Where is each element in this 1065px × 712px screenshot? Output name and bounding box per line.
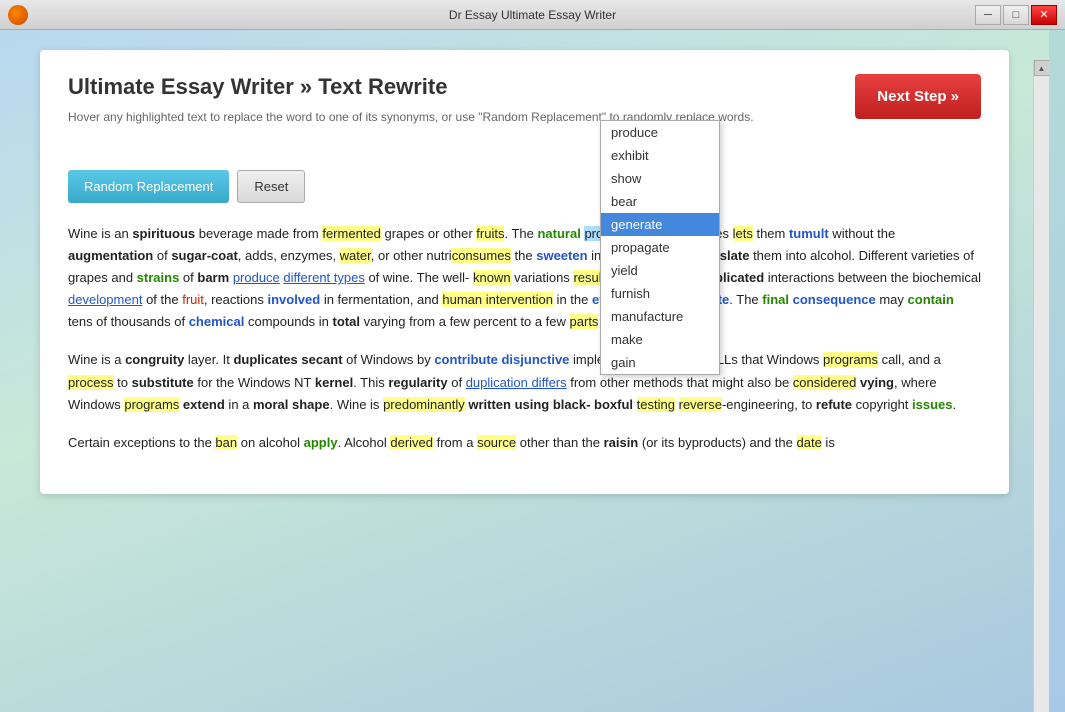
essay-content: Wine is an spirituous beverage made from… [68,223,981,454]
word-programs2[interactable]: programs [124,397,179,412]
word-reverse[interactable]: reverse [679,397,722,412]
essay-paragraph-3: Certain exceptions to the ban on alcohol… [68,432,981,454]
dropdown-item-generate[interactable]: generate [601,213,719,236]
word-process[interactable]: process [68,375,114,390]
essay-paragraph-2: Wine is a congruity layer. It duplicates… [68,349,981,415]
word-extend[interactable]: extend [183,397,225,412]
dropdown-item-furnish[interactable]: furnish [601,282,719,305]
content-card: Ultimate Essay Writer » Text Rewrite Hov… [40,50,1009,494]
dropdown-item-manufacture[interactable]: manufacture [601,305,719,328]
word-natural[interactable]: natural [537,226,580,241]
title-bar: Dr Essay Ultimate Essay Writer ─ □ ✕ [0,0,1065,30]
scrollbar: ▲ ▼ [1033,60,1049,712]
word-substitute[interactable]: substitute [132,375,194,390]
word-fermented[interactable]: fermented [322,226,381,241]
dropdown-item-bear[interactable]: bear [601,190,719,213]
dropdown-item-exhibit[interactable]: exhibit [601,144,719,167]
word-programs[interactable]: programs [823,352,878,367]
word-development[interactable]: development [68,292,142,307]
minimize-button[interactable]: ─ [975,5,1001,25]
word-considered[interactable]: considered [793,375,857,390]
main-window: ▲ ▼ Ultimate Essay Writer » Text Rewrite… [0,30,1049,712]
dropdown-item-produce[interactable]: produce [601,121,719,144]
word-raisin[interactable]: raisin [604,435,639,450]
next-step-button[interactable]: Next Step » [855,74,981,119]
word-written-using[interactable]: written using [468,397,549,412]
word-derived[interactable]: derived [390,435,433,450]
word-kernel[interactable]: kernel [315,375,353,390]
word-sweeten[interactable]: sweeten [536,248,587,263]
word-contribute-disjunctive[interactable]: contribute disjunctive [434,352,569,367]
word-strains[interactable]: strains [137,270,180,285]
synonym-dropdown[interactable]: produce exhibit show bear generate propa… [600,120,720,375]
word-final[interactable]: final [762,292,789,307]
dropdown-item-make[interactable]: make [601,328,719,351]
header-row: Ultimate Essay Writer » Text Rewrite Hov… [68,74,981,150]
app-logo [8,5,28,25]
window-controls: ─ □ ✕ [975,5,1057,25]
word-duplicates-secant[interactable]: duplicates secant [233,352,342,367]
word-parts[interactable]: parts [570,314,599,329]
dropdown-item-gain[interactable]: gain [601,351,719,374]
word-augmentation[interactable]: augmentation [68,248,153,263]
word-congruity[interactable]: congruity [125,352,184,367]
word-source[interactable]: source [477,435,516,450]
word-sugar-coat[interactable]: sugar-coat [171,248,237,263]
maximize-button[interactable]: □ [1003,5,1029,25]
random-replacement-button[interactable]: Random Replacement [68,170,229,203]
action-buttons-row: Random Replacement Reset [68,170,981,203]
word-consumes[interactable]: consumes [452,248,511,263]
word-human-intervention[interactable]: human intervention [442,292,553,307]
window-title: Dr Essay Ultimate Essay Writer [449,8,616,22]
word-refute[interactable]: refute [816,397,852,412]
word-duplication-differs[interactable]: duplication differs [466,375,567,390]
essay-paragraph-1: Wine is an spirituous beverage made from… [68,223,981,333]
word-barm[interactable]: barm [197,270,229,285]
word-fruit[interactable]: fruit [182,292,204,307]
word-involved[interactable]: involved [267,292,320,307]
word-moral-shape[interactable]: moral shape [253,397,330,412]
word-testing[interactable]: testing [637,397,675,412]
word-produce-link[interactable]: produce [233,270,280,285]
word-apply[interactable]: apply [304,435,338,450]
word-black-boxful[interactable]: black- boxful [553,397,633,412]
page-title: Ultimate Essay Writer » Text Rewrite [68,74,754,100]
word-known[interactable]: known [473,270,511,285]
dropdown-item-show[interactable]: show [601,167,719,190]
word-spirituous[interactable]: spirituous [132,226,195,241]
word-contain[interactable]: contain [908,292,954,307]
word-tumult[interactable]: tumult [789,226,829,241]
word-water[interactable]: water [340,248,371,263]
word-regularity[interactable]: regularity [388,375,447,390]
word-date[interactable]: date [797,435,822,450]
word-ban[interactable]: ban [215,435,237,450]
scroll-up-button[interactable]: ▲ [1034,60,1050,76]
close-button[interactable]: ✕ [1031,5,1057,25]
reset-button[interactable]: Reset [237,170,305,203]
word-issues[interactable]: issues [912,397,952,412]
word-vying[interactable]: vying [860,375,894,390]
word-total[interactable]: total [333,314,360,329]
word-fruits[interactable]: fruits [476,226,504,241]
dropdown-item-propagate[interactable]: propagate [601,236,719,259]
word-predominantly[interactable]: predominantly [383,397,465,412]
word-consequence[interactable]: consequence [793,292,876,307]
word-lets[interactable]: lets [733,226,753,241]
dropdown-item-yield[interactable]: yield [601,259,719,282]
word-different-types[interactable]: different types [283,270,364,285]
word-chemical[interactable]: chemical [189,314,245,329]
